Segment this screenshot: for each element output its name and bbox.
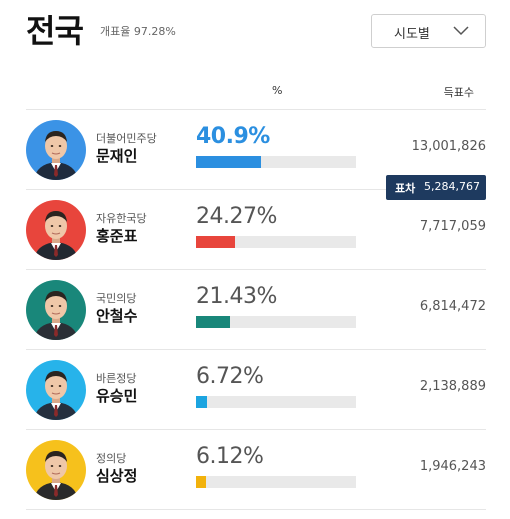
- candidate-name: 안철수: [96, 307, 138, 325]
- candidate-name: 홍준표: [96, 227, 138, 245]
- vote-bar-fill: [196, 316, 231, 328]
- vote-count: 6,814,472: [419, 299, 486, 314]
- party-name: 국민의당: [96, 292, 137, 305]
- vote-bar: [196, 316, 356, 328]
- candidate-avatar: [26, 200, 86, 260]
- vote-margin-badge: 표차 5,284,767: [386, 175, 486, 200]
- vote-percent: 40.9%: [196, 124, 270, 149]
- region-select-label: 시도별: [394, 27, 430, 42]
- candidate-row[interactable]: 정의당 심상정 6.12% 1,946,243: [26, 430, 486, 510]
- vote-bar: [196, 156, 356, 168]
- candidate-name: 문재인: [96, 147, 138, 165]
- candidate-row[interactable]: 자유한국당 홍준표 24.27% 7,717,059: [26, 190, 486, 270]
- page-title: 전국: [26, 12, 84, 50]
- region-select-dropdown[interactable]: 시도별: [371, 14, 486, 48]
- candidate-avatar: [26, 360, 86, 420]
- vote-percent: 6.72%: [196, 364, 264, 389]
- column-header-votes: 득표수: [443, 86, 474, 99]
- vote-margin-label: 표차: [395, 182, 416, 195]
- party-name: 더불어민주당: [96, 132, 157, 145]
- column-headers: % 득표수: [26, 80, 486, 110]
- party-name: 자유한국당: [96, 212, 147, 225]
- vote-bar-fill: [196, 476, 206, 488]
- candidate-name: 유승민: [96, 387, 138, 405]
- vote-bar: [196, 396, 356, 408]
- vote-percent: 6.12%: [196, 444, 264, 469]
- vote-count: 13,001,826: [411, 139, 486, 154]
- candidate-row[interactable]: 국민의당 안철수 21.43% 6,814,472: [26, 270, 486, 350]
- vote-percent: 24.27%: [196, 204, 277, 229]
- vote-margin-value: 5,284,767: [424, 180, 480, 193]
- vote-bar: [196, 476, 356, 488]
- candidate-row[interactable]: 바른정당 유승민 6.72% 2,138,889: [26, 350, 486, 430]
- candidate-avatar: [26, 120, 86, 180]
- vote-percent: 21.43%: [196, 284, 277, 309]
- page-header: 전국 개표율 97.28% 시도별: [0, 0, 510, 60]
- party-name: 정의당: [96, 452, 127, 465]
- chevron-down-icon: [453, 26, 469, 36]
- vote-bar-fill: [196, 396, 207, 408]
- vote-count: 7,717,059: [419, 219, 486, 234]
- count-progress: 개표율 97.28%: [100, 25, 176, 38]
- candidate-avatar: [26, 280, 86, 340]
- vote-count: 2,138,889: [419, 379, 486, 394]
- party-name: 바른정당: [96, 372, 137, 385]
- vote-bar-fill: [196, 156, 262, 168]
- candidate-name: 심상정: [96, 467, 138, 485]
- column-header-percent: %: [272, 84, 283, 97]
- vote-bar: [196, 236, 356, 248]
- vote-count: 1,946,243: [419, 459, 486, 474]
- vote-bar-fill: [196, 236, 235, 248]
- candidate-avatar: [26, 440, 86, 500]
